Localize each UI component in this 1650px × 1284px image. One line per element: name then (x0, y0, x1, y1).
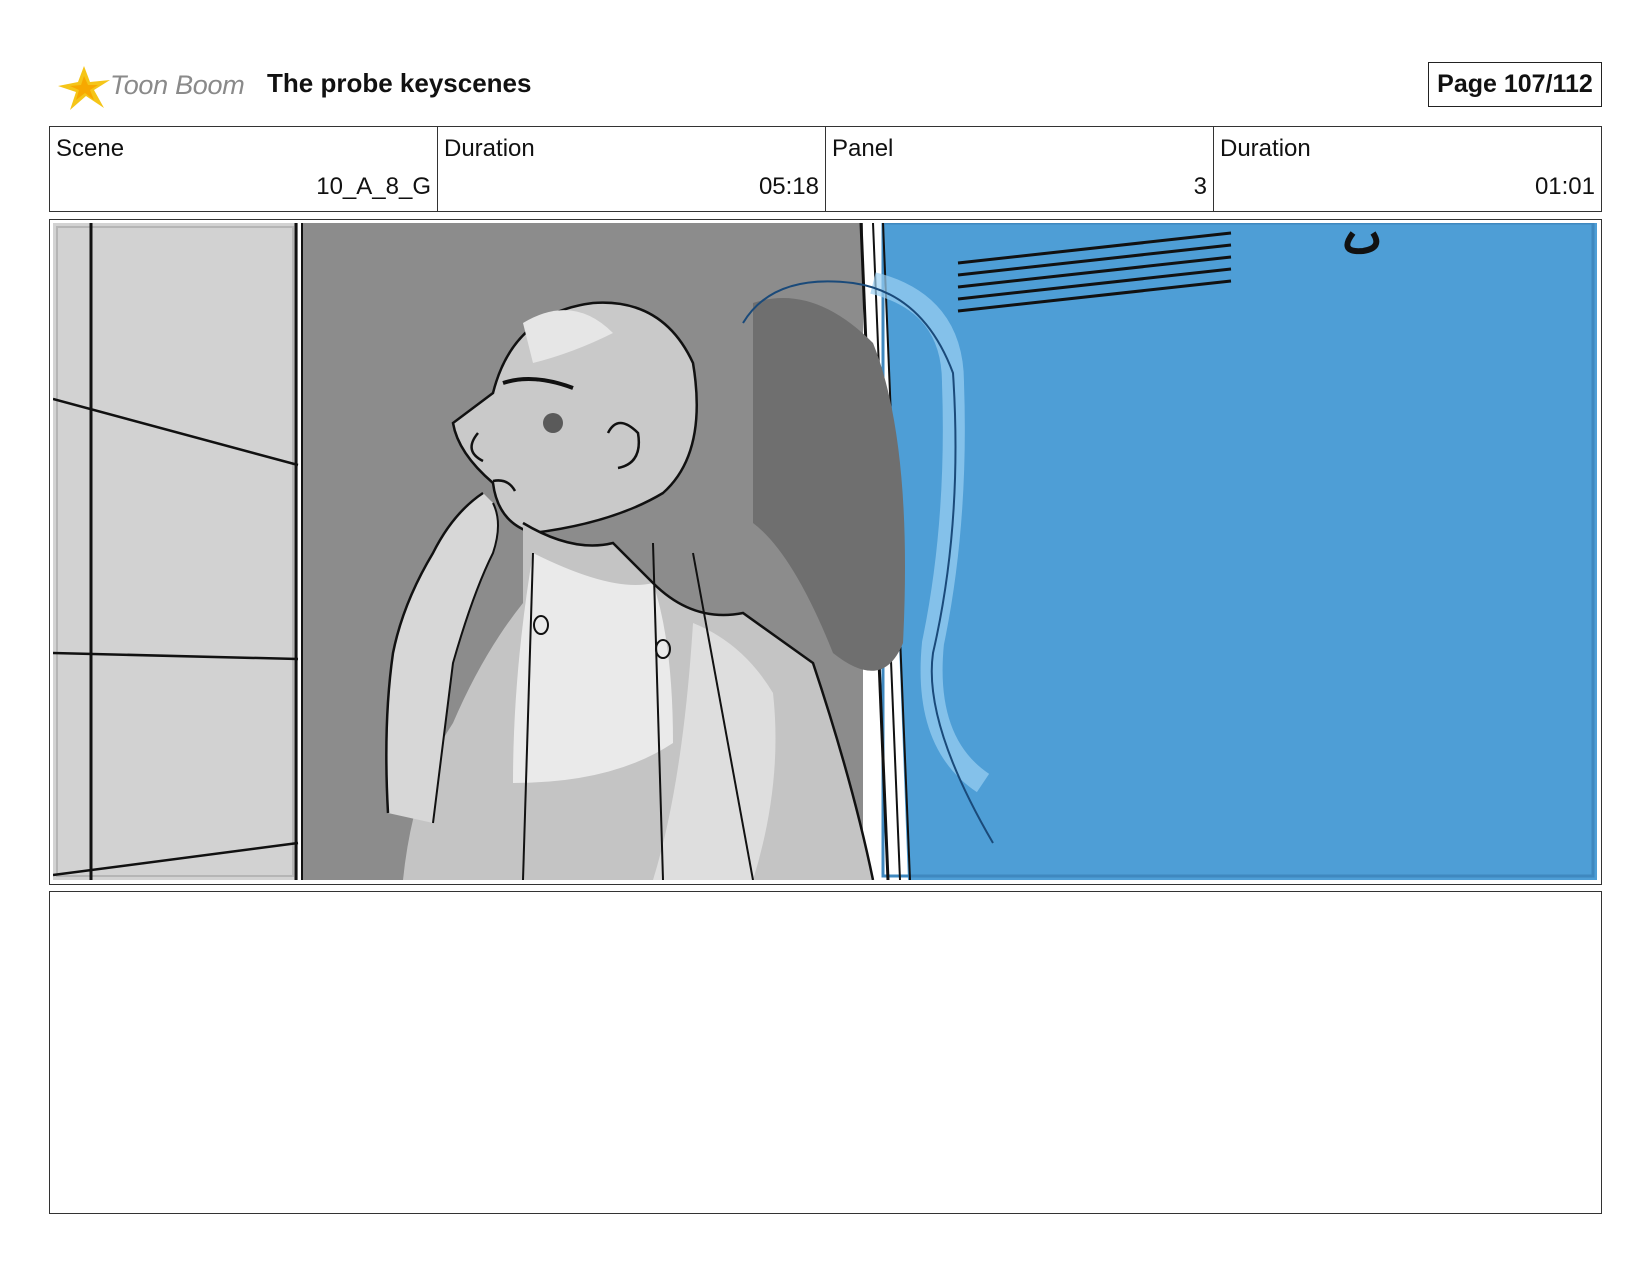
toon-boom-logo: Toon Boom (54, 58, 254, 114)
document-title: The probe keyscenes (267, 68, 532, 98)
scene-label: Scene (56, 135, 125, 162)
panel-duration-label: Duration (1220, 135, 1311, 162)
brand-name: Toon Boom (110, 70, 245, 100)
panel-notes-box (49, 891, 1602, 1214)
panel-drawing (53, 223, 1597, 880)
panel-value: 3 (1193, 173, 1207, 200)
storyboard-panel (49, 219, 1602, 885)
scene-info-table: Scene 10_A_8_G Duration 05:18 Panel 3 Du… (49, 126, 1602, 212)
scene-cell: Scene 10_A_8_G (50, 127, 438, 211)
page-header: Toon Boom The probe keyscenes Page 107/1… (0, 0, 1650, 120)
panel-duration-cell: Duration 01:01 (1214, 127, 1601, 211)
scene-duration-cell: Duration 05:18 (438, 127, 826, 211)
page-indicator: Page 107/112 (1428, 62, 1602, 107)
panel-duration-value: 01:01 (1534, 173, 1595, 200)
scene-value: 10_A_8_G (316, 173, 431, 200)
panel-label: Panel (832, 135, 894, 162)
scene-duration-label: Duration (444, 135, 535, 162)
starburst-icon (58, 66, 110, 110)
panel-cell: Panel 3 (826, 127, 1214, 211)
scene-duration-value: 05:18 (758, 173, 819, 200)
